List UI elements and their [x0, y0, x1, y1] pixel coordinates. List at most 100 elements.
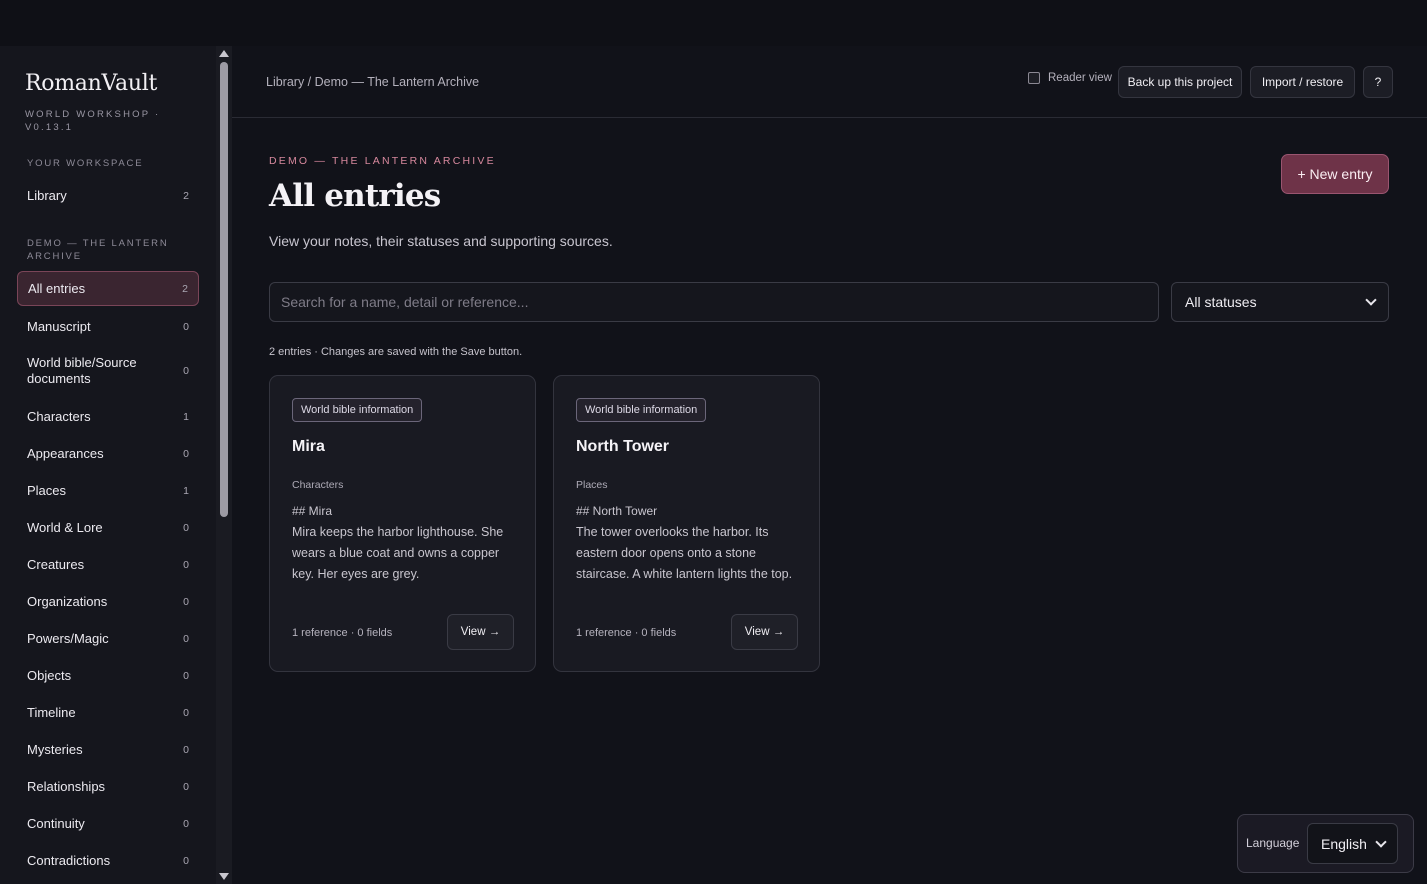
status-badge: World bible information [292, 398, 423, 422]
chevron-down-icon [1365, 294, 1377, 306]
entries-meta: 2 entries · Changes are saved with the S… [269, 346, 523, 358]
sidebar-item-library[interactable]: Library 2 [17, 178, 199, 213]
card-heading: ## Mira [292, 504, 333, 518]
status-filter-select[interactable]: All statuses [1171, 282, 1389, 322]
new-entry-button[interactable]: + New entry [1281, 154, 1389, 194]
sidebar-item-count: 0 [183, 595, 189, 608]
sidebar-item-count: 1 [183, 484, 189, 497]
sidebar-item-count: 2 [183, 189, 189, 202]
header: Library / Demo — The Lantern Archive Rea… [232, 46, 1427, 118]
sidebar-item-label: Characters [27, 409, 91, 424]
sidebar-item-label: Objects [27, 668, 72, 683]
help-button[interactable]: ? [1363, 66, 1393, 98]
sidebar-item-label: Places [27, 483, 67, 498]
sidebar-item-timeline[interactable]: Timeline 0 [17, 695, 199, 730]
project-eyebrow: DEMO — THE LANTERN ARCHIVE [269, 155, 496, 167]
status-filter-value: All statuses [1185, 294, 1257, 310]
card-title: Mira [292, 438, 325, 455]
sidebar-item-count: 0 [183, 669, 189, 682]
sidebar-item-count: 2 [182, 282, 188, 295]
entry-card[interactable]: World bible information Mira Characters … [269, 375, 536, 672]
sidebar-item-count: 0 [183, 521, 189, 534]
sidebar-item-label: World & Lore [27, 520, 103, 535]
language-label: Language [1246, 836, 1300, 850]
brand-subtitle: WORLD WORKSHOP · v0.13.1 [25, 109, 161, 133]
sidebar-item-creatures[interactable]: Creatures 0 [17, 547, 199, 582]
scroll-up-arrow-icon[interactable] [219, 50, 229, 57]
sidebar-item-objects[interactable]: Objects 0 [17, 658, 199, 693]
sidebar-item-label: Timeline [27, 705, 76, 720]
status-badge: World bible information [576, 398, 707, 422]
card-title: North Tower [576, 438, 670, 455]
sidebar-item-label: Continuity [27, 816, 85, 831]
view-button[interactable]: View → [447, 614, 514, 650]
top-strip [0, 0, 1427, 46]
sidebar-item-count: 0 [183, 817, 189, 830]
sidebar-scrollbar[interactable] [216, 46, 232, 884]
sidebar-item-count: 0 [183, 743, 189, 756]
sidebar-item-manuscript[interactable]: Manuscript 0 [17, 309, 199, 344]
sidebar-item-contradictions[interactable]: Contradictions 0 [17, 843, 199, 878]
chevron-down-icon [1375, 835, 1387, 848]
sidebar-item-count: 0 [183, 780, 189, 793]
sidebar-item-label: Powers/Magic [27, 631, 109, 646]
sidebar-item-count: 0 [183, 706, 189, 719]
sidebar-item-count: 0 [183, 365, 189, 377]
scroll-down-arrow-icon[interactable] [219, 873, 229, 880]
import-restore-button[interactable]: Import / restore [1250, 66, 1355, 98]
entry-card[interactable]: World bible information North Tower Plac… [553, 375, 820, 672]
sidebar-item-places[interactable]: Places 1 [17, 473, 199, 508]
sidebar-item-continuity[interactable]: Continuity 0 [17, 806, 199, 841]
page-description: View your notes, their statuses and supp… [269, 233, 613, 249]
sidebar-item-count: 0 [183, 558, 189, 571]
language-select[interactable]: English [1307, 823, 1398, 864]
card-category: Places [576, 479, 608, 491]
reader-view-toggle[interactable]: Reader view [1028, 72, 1112, 84]
view-button[interactable]: View → [731, 614, 798, 650]
sidebar: RomanVault WORLD WORKSHOP · v0.13.1 YOUR… [0, 46, 216, 884]
sidebar-item-label: Contradictions [27, 853, 111, 868]
sidebar-item-count: 0 [183, 854, 189, 867]
sidebar-item-powers-magic[interactable]: Powers/Magic 0 [17, 621, 199, 656]
language-value: English [1321, 835, 1367, 852]
sidebar-item-mysteries[interactable]: Mysteries 0 [17, 732, 199, 767]
project-label: DEMO — THE LANTERN ARCHIVE [27, 238, 169, 262]
sidebar-item-relationships[interactable]: Relationships 0 [17, 769, 199, 804]
sidebar-item-count: 0 [183, 447, 189, 460]
sidebar-item-label: World bible/Source documents [27, 355, 137, 386]
brand-name: RomanVault [25, 71, 157, 96]
sidebar-item-characters[interactable]: Characters 1 [17, 399, 199, 434]
sidebar-item-organizations[interactable]: Organizations 0 [17, 584, 199, 619]
sidebar-item-label: All entries [28, 281, 86, 296]
sidebar-item-label: Organizations [27, 594, 108, 609]
sidebar-item-label: Library [27, 188, 67, 203]
sidebar-item-world-lore[interactable]: World & Lore 0 [17, 510, 199, 545]
card-body: Mira keeps the harbor lighthouse. She we… [292, 525, 504, 581]
sidebar-item-label: Mysteries [27, 742, 83, 757]
card-footer: 1 reference · 0 fields [576, 627, 677, 639]
sidebar-item-label: Appearances [27, 446, 104, 461]
breadcrumb[interactable]: Library / Demo — The Lantern Archive [266, 75, 479, 89]
backup-button[interactable]: Back up this project [1118, 66, 1242, 98]
reader-view-checkbox[interactable] [1028, 72, 1040, 84]
page-title: All entries [269, 178, 441, 214]
card-footer: 1 reference · 0 fields [292, 627, 393, 639]
card-category: Characters [292, 479, 344, 491]
sidebar-item-count: 0 [183, 320, 189, 333]
sidebar-item-label: Relationships [27, 779, 106, 794]
card-body: The tower overlooks the harbor. Its east… [576, 525, 793, 581]
language-switcher: Language English [1237, 814, 1414, 873]
reader-view-label: Reader view [1048, 72, 1112, 84]
card-heading: ## North Tower [576, 504, 658, 518]
sidebar-item-count: 0 [183, 632, 189, 645]
sidebar-item-count: 1 [183, 410, 189, 423]
workspace-label: YOUR WORKSPACE [27, 158, 144, 169]
search-placeholder: Search for a name, detail or reference..… [281, 294, 529, 310]
sidebar-item-label: Creatures [27, 557, 85, 572]
scroll-thumb[interactable] [220, 62, 228, 517]
search-input[interactable]: Search for a name, detail or reference..… [269, 282, 1159, 322]
sidebar-item-world-bible[interactable]: World bible/Source documents 0 [17, 349, 199, 393]
sidebar-item-appearances[interactable]: Appearances 0 [17, 436, 199, 471]
sidebar-item-all-entries[interactable]: All entries 2 [17, 271, 199, 306]
sidebar-item-label: Manuscript [27, 319, 91, 334]
